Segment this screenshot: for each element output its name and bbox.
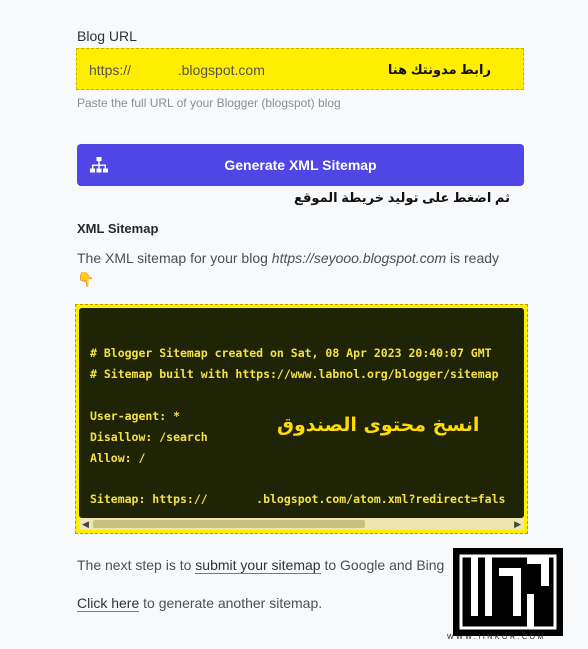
sitemap-code-box[interactable]: # Blogger Sitemap created on Sat, 08 Apr… <box>75 304 528 534</box>
code-line: Allow: / <box>90 451 146 465</box>
sitemap-code[interactable]: # Blogger Sitemap created on Sat, 08 Apr… <box>79 308 524 518</box>
generate-sitemap-label: Generate XML Sitemap <box>224 157 377 173</box>
desc-suffix: is ready <box>446 250 500 266</box>
watermark-logo-icon <box>453 548 563 636</box>
xml-sitemap-heading: XML Sitemap <box>77 221 159 236</box>
generate-annotation: ثم اضغط على توليد خريطة الموقع <box>294 190 510 205</box>
code-annotation: انسخ محتوى الصندوق <box>277 414 480 436</box>
code-line: # Sitemap built with https://www.labnol.… <box>90 367 499 381</box>
blog-url-annotation: رابط مدونتك هنا <box>387 62 491 77</box>
next-prefix: The next step is to <box>77 557 196 573</box>
regenerate-text: Click here to generate another sitemap. <box>77 595 323 612</box>
next-suffix: to Google and Bing <box>320 557 445 573</box>
click-here-link[interactable]: Click here <box>77 595 140 612</box>
scroll-right-arrow-icon[interactable]: ▶ <box>514 519 521 530</box>
sitemap-icon <box>90 157 108 173</box>
next-step-text: The next step is to submit your sitemap … <box>77 557 445 574</box>
generate-sitemap-button[interactable]: Generate XML Sitemap <box>77 144 524 186</box>
scrollbar-thumb[interactable] <box>93 520 365 528</box>
blog-url-value: https:// .blogspot.com <box>89 62 265 78</box>
code-line: User-agent: * <box>90 409 181 423</box>
again-suffix: to generate another sitemap. <box>139 595 323 611</box>
blog-url-help: Paste the full URL of your Blogger (blog… <box>77 96 341 110</box>
desc-blog-url: https://seyooo.blogspot.com <box>271 250 447 266</box>
code-line: Disallow: /search <box>90 430 208 444</box>
blog-url-input[interactable]: https:// .blogspot.com رابط مدونتك هنا <box>76 48 524 90</box>
scroll-left-arrow-icon[interactable]: ◀ <box>82 519 89 530</box>
watermark-url: WWW.IINKOR.COM <box>447 634 546 641</box>
code-horizontal-scrollbar[interactable]: ◀ ▶ <box>79 518 524 530</box>
point-down-emoji: 👇 <box>77 271 95 287</box>
submit-sitemap-link[interactable]: submit your sitemap <box>195 557 321 574</box>
code-line: Sitemap: https:// .blogspot.com/atom.xml… <box>90 492 506 506</box>
blog-url-label: Blog URL <box>77 28 137 44</box>
sitemap-description: The XML sitemap for your blog https://se… <box>77 248 517 290</box>
desc-prefix: The XML sitemap for your blog <box>77 250 272 266</box>
code-line: # Blogger Sitemap created on Sat, 08 Apr… <box>90 346 492 360</box>
